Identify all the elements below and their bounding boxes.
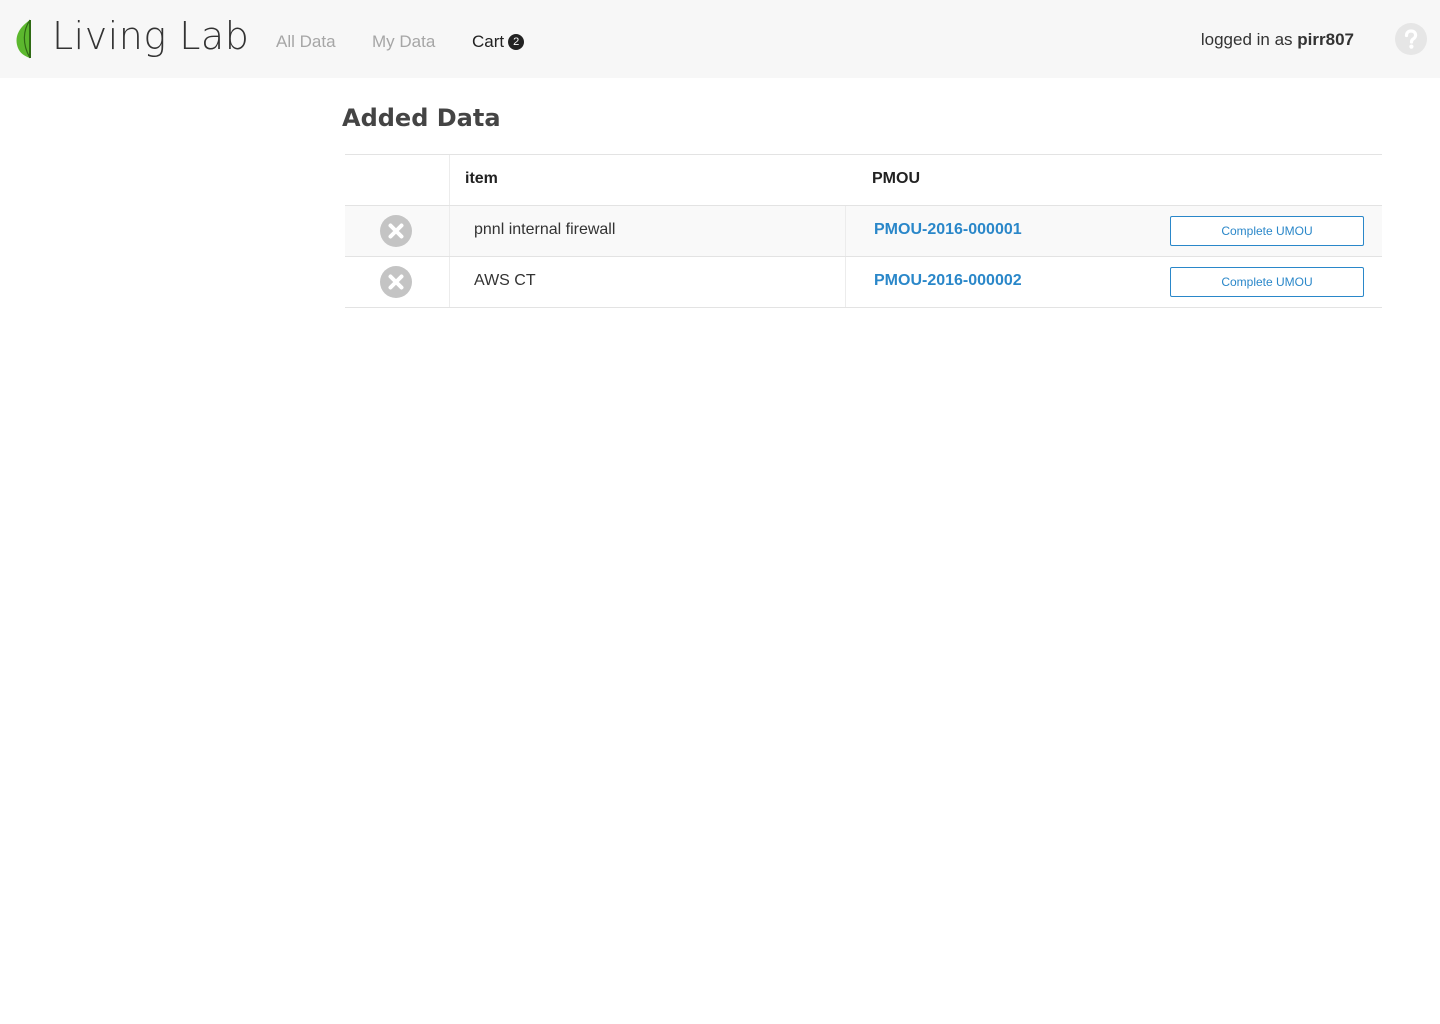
question-circle-icon[interactable] — [1395, 23, 1427, 55]
item-name: AWS CT — [474, 272, 536, 289]
nav-all-data[interactable]: All Data — [276, 0, 336, 78]
leaf-icon — [16, 19, 31, 59]
table-row: pnnl internal firewall PMOU-2016-000001 … — [345, 206, 1382, 257]
complete-umou-button[interactable]: Complete UMOU — [1170, 267, 1364, 297]
top-navbar: Living Lab All Data My Data Cart 2 logged… — [0, 0, 1440, 78]
logged-in-user: logged in as pirr807 — [1201, 0, 1354, 78]
table-row: AWS CT PMOU-2016-000002 Complete UMOU — [345, 257, 1382, 308]
pmou-link[interactable]: PMOU-2016-000001 — [874, 206, 1022, 253]
column-divider — [449, 257, 450, 307]
cart-table: item PMOU pnnl internal firewall PMOU-20… — [345, 154, 1382, 308]
logged-in-prefix: logged in as — [1200, 30, 1293, 49]
table-header: item PMOU — [345, 155, 1382, 206]
remove-item-icon[interactable] — [380, 266, 412, 298]
page-title: Added Data — [342, 104, 501, 132]
nav-my-data[interactable]: My Data — [372, 0, 435, 78]
column-header-pmou: PMOU — [872, 170, 920, 187]
cart-count-badge: 2 — [508, 34, 525, 50]
username: pirr807 — [1297, 30, 1354, 49]
column-divider — [449, 155, 450, 205]
remove-item-icon[interactable] — [380, 215, 412, 247]
item-name: pnnl internal firewall — [474, 221, 616, 238]
nav-cart[interactable]: Cart 2 — [472, 0, 525, 78]
brand-logo[interactable]: Living Lab — [0, 0, 249, 78]
pmou-link[interactable]: PMOU-2016-000002 — [874, 257, 1022, 304]
column-header-item: item — [465, 170, 498, 187]
column-divider — [449, 206, 450, 256]
complete-umou-button[interactable]: Complete UMOU — [1170, 216, 1364, 246]
brand-name: Living Lab — [52, 14, 250, 58]
column-divider — [845, 206, 846, 256]
column-divider — [845, 257, 846, 307]
nav-cart-label: Cart — [472, 32, 505, 51]
